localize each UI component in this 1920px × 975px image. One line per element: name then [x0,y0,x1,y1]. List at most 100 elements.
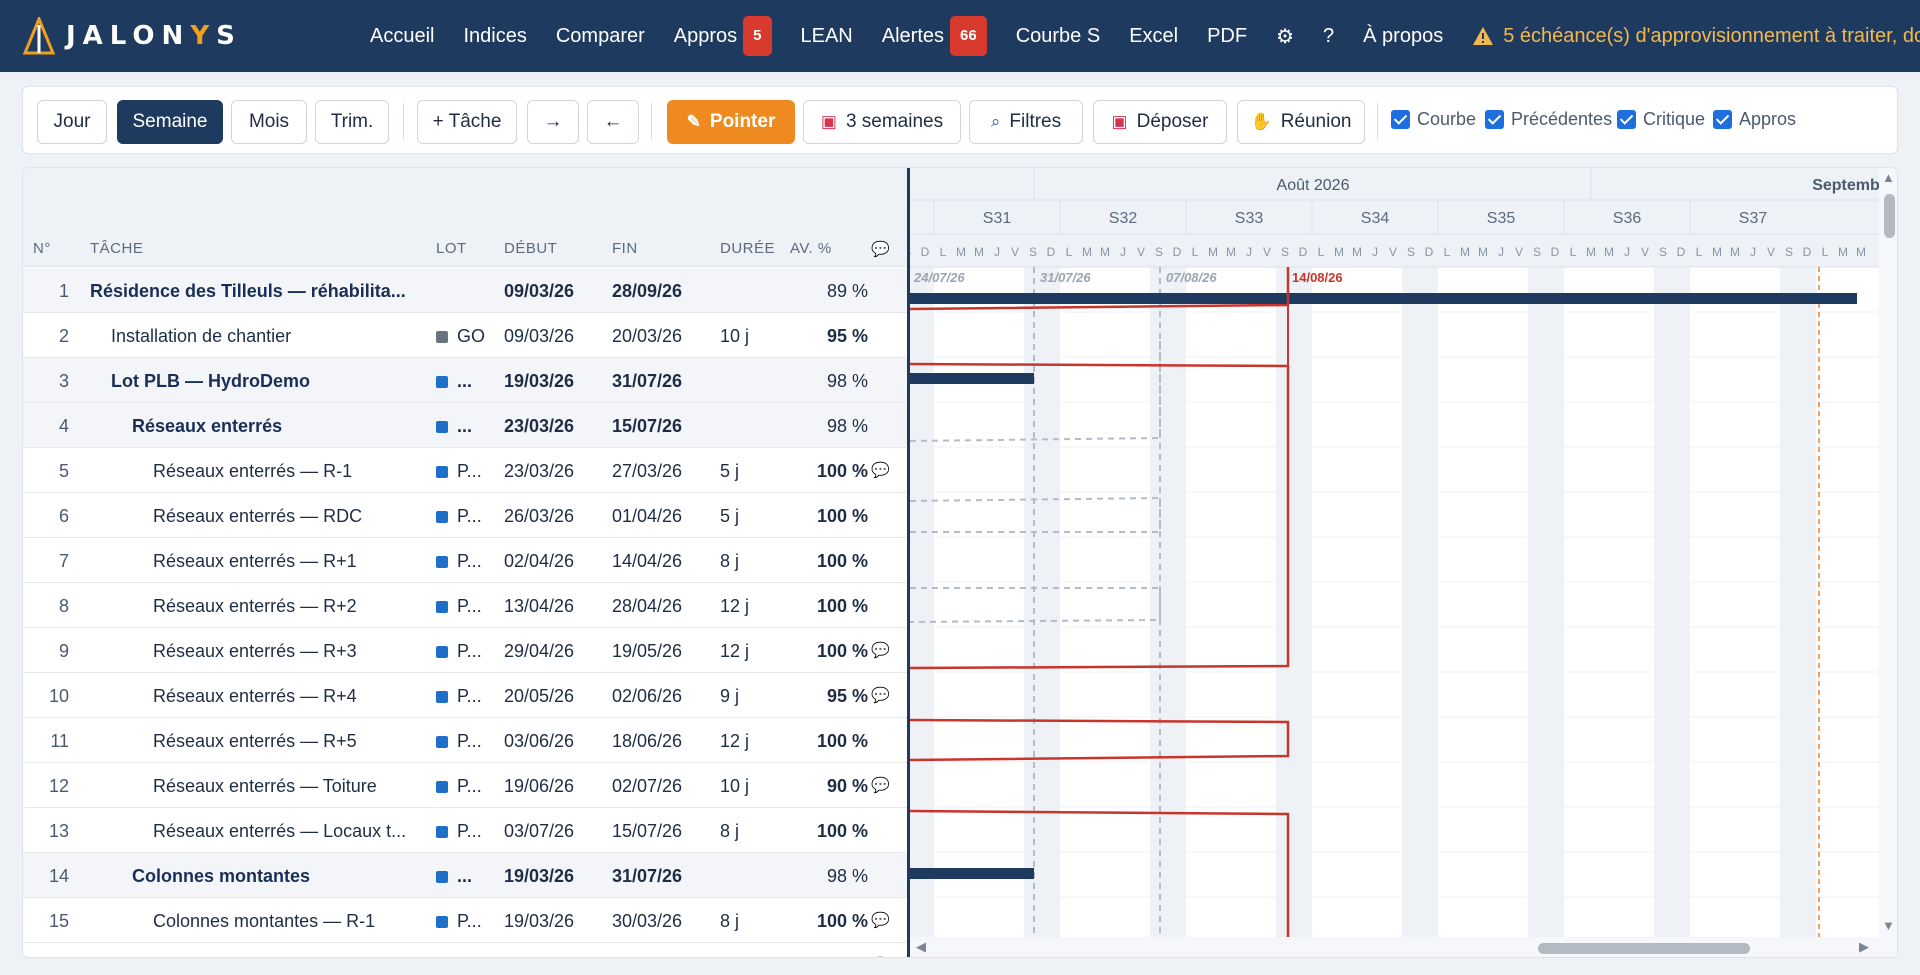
table-row[interactable]: 14 Colonnes montantes... 19/03/26 31/07/26 9… [23,853,908,898]
col-header-progress[interactable]: AV. % [790,240,832,257]
checkbox-appros[interactable]: Appros [1713,109,1796,130]
checkbox-critique[interactable]: Critique [1617,109,1705,130]
supply-alert-banner[interactable]: 5 échéance(s) d'approvisionnement à trai… [1472,25,1920,48]
table-row[interactable]: 4 Réseaux enterrés... 23/03/26 15/07/26 98 % [23,403,908,448]
scroll-right-arrow-icon[interactable]: ▶ [1859,939,1869,955]
filters-button[interactable]: ⌕ Filtres [969,100,1083,144]
task-name[interactable]: Colonnes montantes — R-1 [153,911,428,932]
task-name[interactable]: Réseaux enterrés [132,416,428,437]
col-header-end[interactable]: FIN [612,240,638,257]
table-row[interactable]: 6 Réseaux enterrés — RDC P... 26/03/26 01/04… [23,493,908,538]
logo[interactable]: JALONYS [22,17,242,55]
table-row[interactable]: 7 Réseaux enterrés — R+1 P... 02/04/26 14/04… [23,538,908,583]
nav-comparer[interactable]: Comparer [556,25,645,48]
gantt-canvas: Août 2026SeptembS31S32S33S34S35S36S37SDL… [910,168,1880,943]
week-label: S35 [1487,210,1516,227]
task-name[interactable]: Résidence des Tilleuls — réhabilita... [90,281,428,302]
day-letter: S [910,245,911,259]
comment-icon[interactable]: 💬 [871,776,905,794]
upload-button[interactable]: ▣ Déposer [1093,100,1227,144]
table-row[interactable]: 8 Réseaux enterrés — R+2 P... 13/04/26 28/04… [23,583,908,628]
checkbox-precedentes-box[interactable] [1485,110,1504,129]
checkbox-courbe-box[interactable] [1391,110,1410,129]
view-day-button[interactable]: Jour [37,100,107,144]
start-date: 19/03/26 [504,371,575,391]
task-name[interactable]: Réseaux enterrés — R+3 [153,641,428,662]
nav-indices[interactable]: Indices [463,25,526,48]
nav-pdf[interactable]: PDF [1207,25,1247,48]
nav-accueil[interactable]: Accueil [370,25,434,48]
row-number: 16 [23,956,69,957]
task-name[interactable]: Réseaux enterrés — R+4 [153,686,428,707]
row-number: 6 [58,506,69,526]
table-row[interactable]: 10 Réseaux enterrés — R+4 P... 20/05/26 02/0… [23,673,908,718]
view-quarter-button[interactable]: Trim. [315,100,389,144]
table-row[interactable]: 13 Réseaux enterrés — Locaux t... P... 03/0… [23,808,908,853]
checkbox-precedentes[interactable]: Précédentes [1485,109,1612,130]
nav-appros[interactable]: Appros 5 [674,16,772,56]
meeting-button[interactable]: ✋ Réunion [1237,100,1365,144]
brand-name-main: JALON [66,21,191,51]
weekend-band [1294,267,1312,937]
horizontal-scroll-thumb[interactable] [1538,943,1750,954]
scroll-up-arrow-icon[interactable]: ▲ [1882,170,1895,185]
scroll-down-arrow-icon[interactable]: ▼ [1882,918,1895,933]
task-name[interactable]: Réseaux enterrés — R+2 [153,596,428,617]
comment-icon[interactable]: 💬 [871,911,905,929]
nav-lean[interactable]: LEAN [801,25,853,48]
horizontal-scrollbar[interactable]: ◀ ▶ [910,937,1879,957]
day-letter: M [1100,245,1110,259]
col-header-task[interactable]: TÂCHE [90,240,143,257]
table-row[interactable]: 15 Colonnes montantes — R-1 P... 19/03/26 30… [23,898,908,943]
day-letter: L [1822,245,1829,259]
view-week-button[interactable]: Semaine [117,100,223,144]
pointer-button[interactable]: ✎ Pointer [667,100,795,144]
task-name[interactable]: Réseaux enterrés — RDC [153,506,428,527]
comment-icon[interactable]: 💬 [871,686,905,704]
col-header-duration[interactable]: DURÉE [720,240,775,257]
vertical-scroll-thumb[interactable] [1884,194,1895,238]
lot-cell: P... [436,911,496,932]
day-letter: M [1838,245,1848,259]
task-name[interactable]: Réseaux enterrés — R-1 [153,461,428,482]
gear-icon[interactable]: ⚙ [1276,24,1294,49]
next-period-button[interactable]: → [527,100,579,144]
comment-icon[interactable]: 💬 [871,641,905,659]
help-icon[interactable]: ? [1323,25,1334,48]
table-row[interactable]: 2 Installation de chantier GO 09/03/26 20/03… [23,313,908,358]
nav-courbe-s[interactable]: Courbe S [1016,25,1101,48]
view-month-button[interactable]: Mois [231,100,307,144]
table-row[interactable]: 11 Réseaux enterrés — R+5 P... 03/06/26 18/0… [23,718,908,763]
checkbox-critique-box[interactable] [1617,110,1636,129]
task-name[interactable]: Réseaux enterrés — Toiture [153,776,428,797]
task-name[interactable]: Réseaux enterrés — R+5 [153,731,428,752]
vertical-scrollbar[interactable]: ▲ ▼ [1879,168,1897,957]
task-name[interactable]: Réseaux enterrés — R+1 [153,551,428,572]
nav-alertes[interactable]: Alertes 66 [882,16,987,56]
table-row[interactable]: 1 Résidence des Tilleuls — réhabilita... 0… [23,268,908,313]
progress-percent: 100 % [816,911,868,931]
table-row[interactable]: 5 Réseaux enterrés — R-1 P... 23/03/26 27/03… [23,448,908,493]
table-row[interactable]: 16 Colonnes montantes — RDC P... 💬 [23,943,908,957]
add-task-button[interactable]: + Tâche [417,100,517,144]
col-header-start[interactable]: DÉBUT [504,240,557,257]
task-name[interactable]: Lot PLB — HydroDemo [111,371,428,392]
task-name[interactable]: Réseaux enterrés — Locaux t... [153,821,428,842]
task-name[interactable]: Colonnes montantes [132,866,428,887]
table-row[interactable]: 9 Réseaux enterrés — R+3 P... 29/04/26 19/05… [23,628,908,673]
scroll-left-arrow-icon[interactable]: ◀ [916,939,926,955]
nav-excel[interactable]: Excel [1129,25,1178,48]
day-letter: M [1730,245,1740,259]
col-header-lot[interactable]: LOT [436,240,467,257]
task-name[interactable]: Installation de chantier [111,326,428,347]
comment-icon[interactable]: 💬 [871,461,905,479]
table-row[interactable]: 3 Lot PLB — HydroDemo... 19/03/26 31/07/26 9… [23,358,908,403]
nav-a-propos[interactable]: À propos [1363,25,1443,48]
task-name[interactable]: Colonnes montantes — RDC [153,956,428,957]
checkbox-appros-box[interactable] [1713,110,1732,129]
prev-period-button[interactable]: ← [587,100,639,144]
checkbox-courbe[interactable]: Courbe [1391,109,1476,130]
three-weeks-button[interactable]: ▣ 3 semaines [803,100,961,144]
table-row[interactable]: 12 Réseaux enterrés — Toiture P... 19/06/26… [23,763,908,808]
comment-icon[interactable]: 💬 [871,956,905,957]
